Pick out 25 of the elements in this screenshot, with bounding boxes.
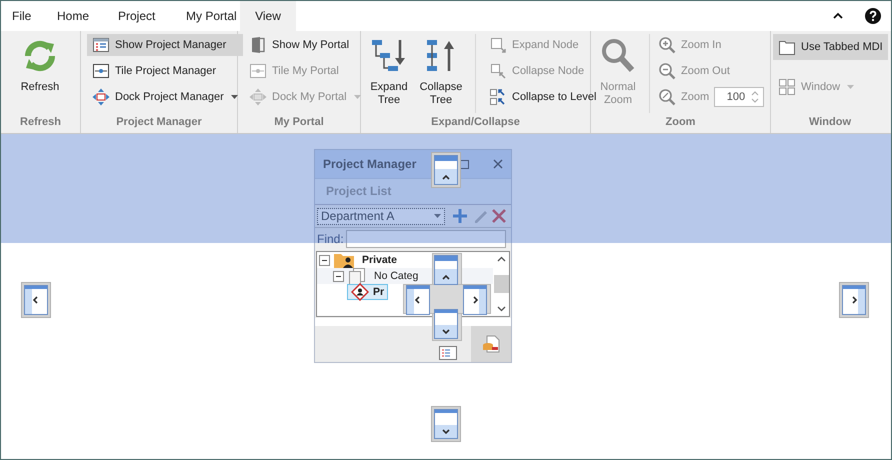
ribbon-button[interactable]: Dock Project Manager — [87, 86, 243, 108]
ribbon-tab[interactable]: Home — [48, 1, 109, 31]
ribbon-group-title: Expand/Collapse — [430, 115, 521, 130]
large-ribbon-button[interactable]: Collapse Tree — [415, 34, 467, 113]
ribbon-group-title: Zoom — [664, 115, 696, 130]
large-ribbon-button[interactable]: Expand Tree — [363, 34, 415, 113]
ribbon-group-title: Window — [808, 115, 852, 130]
ribbon-tab[interactable]: Project — [109, 1, 177, 31]
ribbon-tab[interactable]: View — [240, 1, 296, 31]
tree-item[interactable]: Private — [358, 252, 402, 268]
panel-title: Project Manager — [323, 157, 418, 171]
ribbon-tab[interactable]: File — [1, 1, 48, 31]
ribbon-button[interactable]: Use Tabbed MDI — [773, 34, 888, 60]
ribbon-button[interactable]: Show Project Manager — [87, 34, 243, 56]
ribbon-button[interactable]: Tile Project Manager — [87, 60, 243, 82]
ribbon-group-title: Project Manager — [115, 115, 203, 130]
ribbon-tab[interactable]: My Portal — [177, 1, 240, 31]
ribbon-group-title: Refresh — [19, 115, 62, 130]
ribbon-group-title: My Portal — [273, 115, 325, 130]
large-ribbon-button[interactable]: Refresh — [3, 34, 77, 113]
department-dropdown[interactable]: Department A — [317, 208, 445, 224]
find-label: Find: — [317, 232, 344, 246]
project-tree-item[interactable]: Pr — [347, 284, 388, 300]
ribbon-button[interactable]: Collapse to Level — [484, 86, 602, 108]
ribbon-button[interactable]: Show My Portal — [244, 34, 366, 56]
